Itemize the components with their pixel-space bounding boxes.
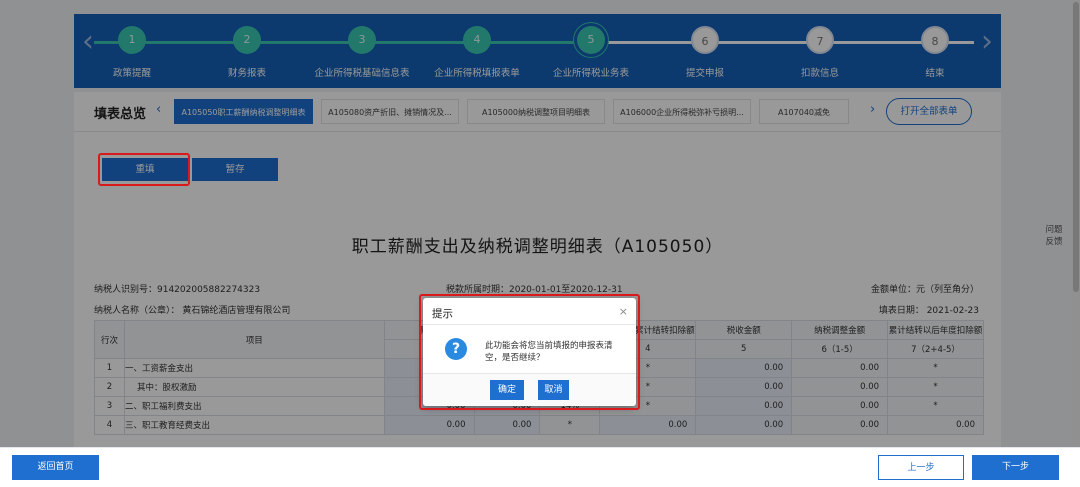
confirm-button[interactable]: 确定 — [490, 380, 524, 400]
dialog-divider — [423, 324, 636, 325]
cancel-button[interactable]: 取消 — [538, 380, 569, 400]
confirm-dialog: 提示 × ? 此功能会将您当前填报的申报表清空，是否继续？ 确定 取消 — [423, 298, 636, 406]
close-icon[interactable]: × — [619, 305, 628, 318]
dialog-message: 此功能会将您当前填报的申报表清空，是否继续？ — [485, 341, 613, 363]
previous-step-button[interactable]: 上一步 — [878, 455, 964, 480]
reset-button-highlight — [98, 153, 190, 186]
dialog-title: 提示 — [432, 308, 453, 320]
next-step-button[interactable]: 下一步 — [972, 455, 1059, 480]
footer-bar: 返回首页 上一步 下一步 — [0, 447, 1080, 487]
dialog-footer: 确定 取消 — [423, 373, 636, 406]
return-home-button[interactable]: 返回首页 — [12, 455, 99, 480]
question-icon: ? — [445, 338, 467, 360]
